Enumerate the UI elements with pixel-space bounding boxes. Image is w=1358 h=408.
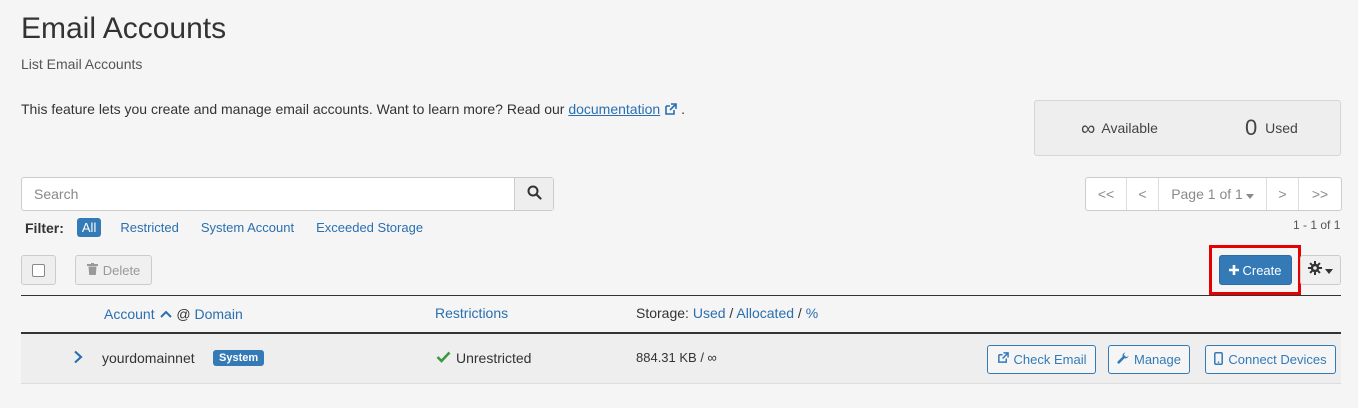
page-subtitle: List Email Accounts [21,56,143,72]
prev-page-button[interactable]: < [1127,178,1159,210]
sort-restrictions-link[interactable]: Restrictions [435,305,508,321]
column-header-storage: Storage: Used / Allocated / % [636,305,818,321]
sort-used-link[interactable]: Used [693,305,726,321]
used-label: Used [1265,120,1298,136]
separator: / [797,305,802,321]
table-header-top-rule [21,295,1341,296]
separator: / [729,305,734,321]
storage-usage: 884.31 KB / ∞ [636,350,717,365]
checkbox-square [32,263,45,277]
stat-available: ∞ Available [1081,118,1158,141]
account-name: yourdomainnet [102,350,195,366]
check-email-label: Check Email [1013,352,1087,367]
stat-used: 0 Used [1245,115,1298,141]
page-title: Email Accounts [21,12,227,45]
system-badge: System [213,350,265,366]
last-page-button[interactable]: >> [1299,178,1341,210]
caret-down-icon [1245,186,1254,202]
mobile-icon [1214,351,1224,368]
next-page-button[interactable]: > [1267,178,1299,210]
sort-account-link[interactable]: Account [104,306,155,322]
select-all-checkbox[interactable] [21,255,56,285]
infinity-icon: ∞ [1081,118,1096,140]
restriction-label: Unrestricted [456,350,532,366]
storage-prefix: Storage: [636,305,689,321]
sort-domain-link[interactable]: Domain [194,306,242,322]
column-header-restrictions: Restrictions [435,305,508,321]
documentation-link[interactable]: documentation [568,101,660,117]
first-page-button[interactable]: << [1086,178,1127,210]
search-button[interactable] [514,178,553,210]
check-icon [436,350,451,366]
filter-exceeded-storage[interactable]: Exceeded Storage [316,220,423,235]
connect-devices-label: Connect Devices [1228,352,1327,367]
trash-icon [86,262,98,278]
intro-period: . [681,101,685,117]
column-header-account: Account @ Domain [104,305,243,322]
results-range: 1 - 1 of 1 [1293,218,1341,232]
filter-bar: Filter: All Restricted System Account Ex… [25,218,445,237]
filter-restricted[interactable]: Restricted [120,220,179,235]
filter-system-account[interactable]: System Account [201,220,294,235]
search-input[interactable] [22,178,514,210]
search-icon [527,185,542,203]
manage-button[interactable]: Manage [1108,345,1190,374]
settings-dropdown-button[interactable] [1300,255,1341,285]
sort-allocated-link[interactable]: Allocated [736,305,794,321]
page-select-label: Page 1 of 1 [1171,186,1243,202]
delete-label: Delete [102,262,141,278]
at-sign: @ [176,306,191,322]
intro-text-body: This feature lets you create and manage … [21,101,569,117]
check-email-button[interactable]: Check Email [987,345,1096,374]
available-label: Available [1101,120,1158,136]
plus-icon [1229,263,1240,278]
expand-row-chevron-icon[interactable] [73,350,83,369]
sort-ascending-icon[interactable] [160,305,173,321]
external-link-icon [997,352,1009,367]
stats-panel: ∞ Available 0 Used [1034,100,1341,156]
filter-all[interactable]: All [76,218,102,237]
used-count: 0 [1245,115,1258,140]
create-button[interactable]: Create [1219,255,1292,285]
pagination: << < Page 1 of 1 > >> [1085,177,1342,211]
sort-percent-link[interactable]: % [806,305,818,321]
manage-label: Manage [1134,352,1181,367]
connect-devices-button[interactable]: Connect Devices [1205,345,1336,374]
create-label: Create [1242,262,1282,278]
page-select[interactable]: Page 1 of 1 [1159,178,1267,210]
intro-text: This feature lets you create and manage … [21,101,685,119]
restriction-status: Unrestricted [436,350,531,366]
search-group [21,177,554,211]
filter-label: Filter: [25,219,64,236]
wrench-icon [1117,352,1129,367]
delete-button[interactable]: Delete [75,255,152,285]
external-link-icon [664,103,677,119]
gear-icon [1308,260,1322,280]
caret-down-icon [1325,261,1333,279]
